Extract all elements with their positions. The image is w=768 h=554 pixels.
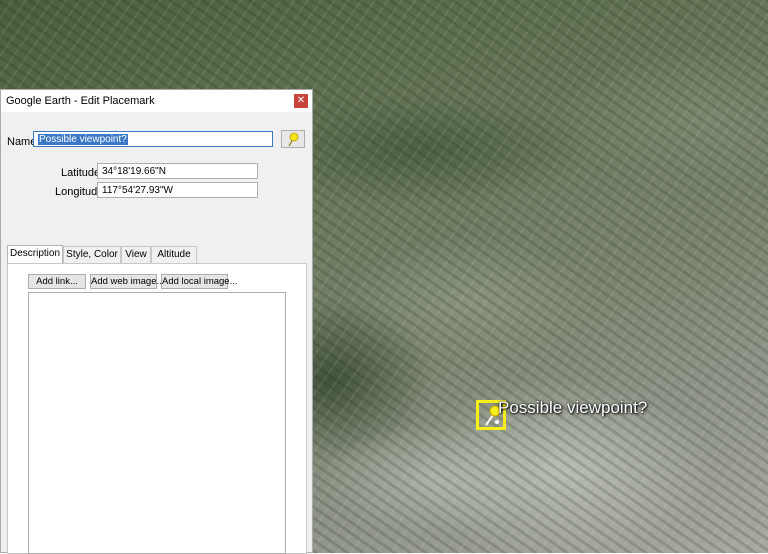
description-textarea[interactable] (28, 292, 286, 554)
placemark-icon-button[interactable] (281, 130, 305, 148)
name-value: Possible viewpoint? (38, 134, 128, 145)
latitude-input[interactable]: 34°18'19.66"N (97, 163, 258, 179)
edit-placemark-dialog: Google Earth - Edit Placemark ✕ Name: Po… (0, 89, 313, 554)
tab-style-color[interactable]: Style, Color (63, 246, 121, 264)
name-input[interactable]: Possible viewpoint? (33, 131, 273, 147)
add-link-button[interactable]: Add link... (28, 274, 86, 289)
tab-view[interactable]: View (121, 246, 151, 264)
yellow-pushpin-icon (288, 132, 299, 147)
add-web-image-button[interactable]: Add web image... (90, 274, 164, 289)
dialog-title: Google Earth - Edit Placemark (6, 95, 155, 107)
dialog-titlebar[interactable]: Google Earth - Edit Placemark ✕ (1, 90, 312, 112)
placemark-label[interactable]: Possible viewpoint? (498, 398, 647, 418)
close-icon[interactable]: ✕ (294, 94, 308, 108)
longitude-input[interactable]: 117°54'27.93"W (97, 182, 258, 198)
add-local-image-button[interactable]: Add local image... (161, 274, 238, 289)
tab-altitude[interactable]: Altitude (151, 246, 197, 264)
tab-description[interactable]: Description (7, 245, 63, 265)
description-tab-panel: Add link... Add web image... Add local i… (7, 263, 307, 554)
